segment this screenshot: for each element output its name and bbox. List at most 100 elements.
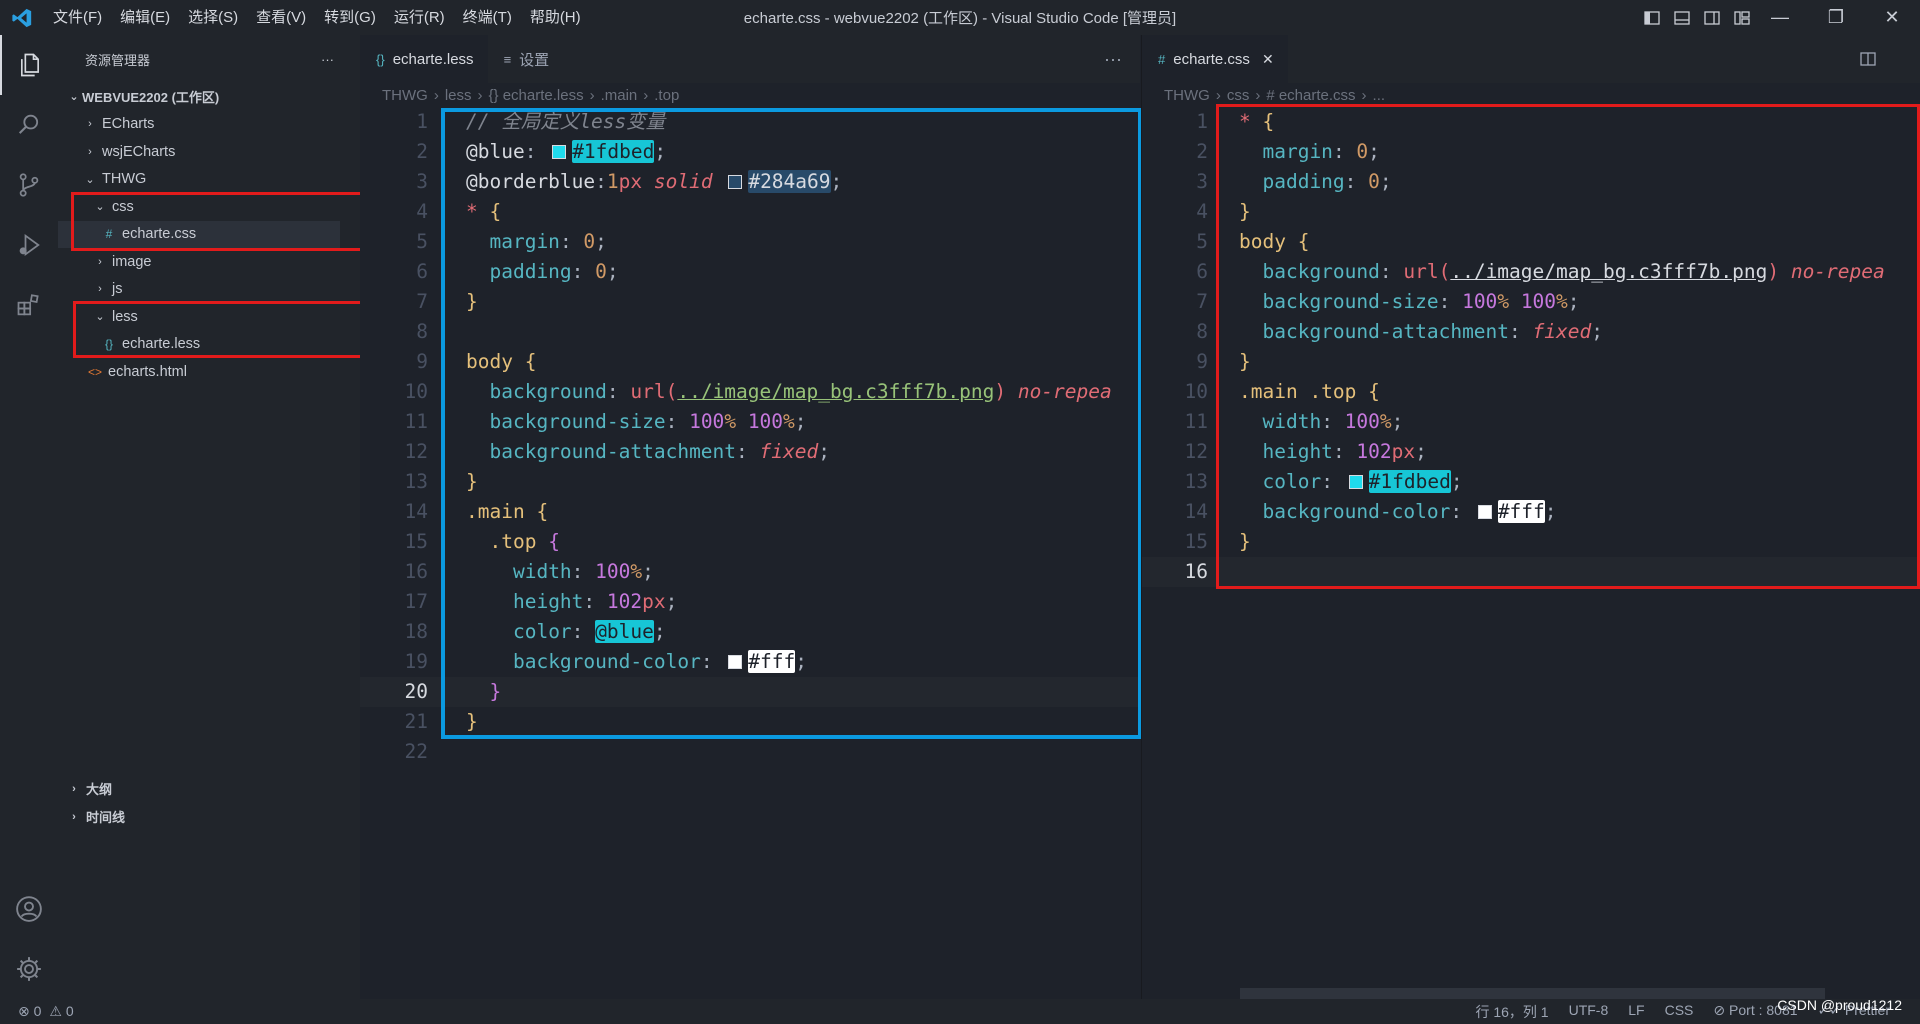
code-line[interactable]: 21}: [360, 707, 1140, 737]
menu-view[interactable]: 查看(V): [247, 0, 315, 35]
breadcrumb-item[interactable]: ...: [1373, 87, 1386, 104]
color-swatch[interactable]: [552, 145, 567, 159]
source-control-icon[interactable]: [0, 155, 58, 215]
tree-item-echarts-html[interactable]: <> echarts.html: [58, 358, 360, 386]
workspace-root[interactable]: ⌄ WEBVUE2202 (工作区): [58, 83, 360, 111]
menu-run[interactable]: 运行(R): [385, 0, 454, 35]
code-editor-less[interactable]: 1 // 全局定义less变量 2 @blue: #1fdbed; 3 @border…: [360, 107, 1140, 767]
outline-section[interactable]: › 大纲: [58, 775, 360, 803]
breadcrumb-item[interactable]: {} echarte.less: [489, 87, 584, 104]
color-swatch[interactable]: [1477, 505, 1492, 519]
tab-echarte-less[interactable]: {} echarte.less: [360, 35, 488, 83]
code-line[interactable]: 13 color: #1fdbed;: [1142, 467, 1920, 497]
code-line[interactable]: 1 * {: [1142, 107, 1920, 137]
code-line[interactable]: 19 background-color: #fff;: [360, 647, 1140, 677]
toggle-panel-icon[interactable]: [1674, 10, 1690, 26]
code-line[interactable]: 10 .main .top {: [1142, 377, 1920, 407]
editor-more-actions-button[interactable]: ···: [1104, 35, 1122, 83]
code-line[interactable]: 5 margin: 0;: [360, 227, 1140, 257]
code-line[interactable]: 5 body {: [1142, 227, 1920, 257]
extensions-icon[interactable]: [0, 275, 58, 335]
customize-layout-icon[interactable]: [1734, 10, 1750, 26]
color-swatch[interactable]: [728, 655, 743, 669]
restore-icon[interactable]: ❐: [1808, 0, 1864, 35]
code-line[interactable]: 14 background-color: #fff;: [1142, 497, 1920, 527]
code-line[interactable]: 16: [1142, 557, 1920, 587]
tree-item-less-folder[interactable]: ⌄ less: [58, 303, 360, 331]
minimize-icon[interactable]: —: [1752, 0, 1808, 35]
code-line[interactable]: 22: [360, 737, 1140, 767]
code-line[interactable]: 6 background: url(../image/map_bg.c3fff7…: [1142, 257, 1920, 287]
cursor-position[interactable]: 行 16，列 1: [1475, 1002, 1548, 1022]
code-line[interactable]: 12 height: 102px;: [1142, 437, 1920, 467]
code-line[interactable]: 3 padding: 0;: [1142, 167, 1920, 197]
code-line[interactable]: 20 }: [360, 677, 1140, 707]
language-mode[interactable]: CSS: [1665, 1002, 1694, 1022]
code-line[interactable]: 9 body {: [360, 347, 1140, 377]
close-window-icon[interactable]: ✕: [1864, 0, 1920, 35]
menu-selection[interactable]: 选择(S): [179, 0, 247, 35]
explorer-more-button[interactable]: ···: [321, 52, 334, 67]
breadcrumb-item[interactable]: css: [1227, 87, 1250, 104]
tree-item-wsjecharts[interactable]: › wsjECharts: [58, 138, 360, 166]
code-line[interactable]: 17 height: 102px;: [360, 587, 1140, 617]
code-line[interactable]: 8 background-attachment: fixed;: [1142, 317, 1920, 347]
code-line[interactable]: 9}: [1142, 347, 1920, 377]
code-line[interactable]: 1 // 全局定义less变量: [360, 107, 1140, 137]
timeline-section[interactable]: › 时间线: [58, 803, 360, 831]
code-editor-css[interactable]: 1 * { 2 margin: 0; 3 padding: 0; 4} 5 body…: [1142, 107, 1920, 587]
menu-go[interactable]: 转到(G): [315, 0, 385, 35]
tree-item-echarte-css[interactable]: # echarte.css: [58, 220, 340, 248]
code-line[interactable]: 15 .top {: [360, 527, 1140, 557]
settings-gear-icon[interactable]: [0, 939, 58, 999]
tree-item-thwg[interactable]: ⌄ THWG: [58, 166, 360, 194]
code-line[interactable]: 4}: [1142, 197, 1920, 227]
code-line[interactable]: 18 color: @blue;: [360, 617, 1140, 647]
tree-item-js-folder[interactable]: › js: [58, 276, 360, 304]
menu-terminal[interactable]: 终端(T): [454, 0, 521, 35]
toggle-sidebar-icon[interactable]: [1644, 10, 1660, 26]
errors-count[interactable]: ⊗ 0: [18, 1003, 41, 1020]
code-line[interactable]: 12 background-attachment: fixed;: [360, 437, 1140, 467]
code-line[interactable]: 11 background-size: 100% 100%;: [360, 407, 1140, 437]
close-tab-icon[interactable]: ✕: [1262, 51, 1274, 68]
run-debug-icon[interactable]: [0, 215, 58, 275]
code-line[interactable]: 10 background: url(../image/map_bg.c3fff…: [360, 377, 1140, 407]
breadcrumb-item[interactable]: THWG: [1164, 87, 1210, 104]
tree-item-image-folder[interactable]: › image: [58, 248, 360, 276]
code-line[interactable]: 7 background-size: 100% 100%;: [1142, 287, 1920, 317]
code-line[interactable]: 16 width: 100%;: [360, 557, 1140, 587]
color-swatch[interactable]: [728, 175, 743, 189]
toggle-secondary-sidebar-icon[interactable]: [1704, 10, 1720, 26]
breadcrumb-item[interactable]: .top: [654, 87, 679, 104]
end-of-line[interactable]: LF: [1628, 1002, 1644, 1022]
tree-item-echarts[interactable]: › ECharts: [58, 111, 360, 139]
split-editor-icon[interactable]: [1860, 35, 1876, 83]
breadcrumb-item[interactable]: # echarte.css: [1266, 87, 1355, 104]
breadcrumb-item[interactable]: .main: [601, 87, 638, 104]
menu-help[interactable]: 帮助(H): [521, 0, 590, 35]
breadcrumb-item[interactable]: THWG: [382, 87, 428, 104]
code-line[interactable]: 2 margin: 0;: [1142, 137, 1920, 167]
tab-echarte-css[interactable]: # echarte.css ✕: [1142, 35, 1288, 83]
account-icon[interactable]: [0, 879, 58, 939]
tree-item-css-folder[interactable]: ⌄ css: [58, 193, 360, 221]
code-line[interactable]: 13}: [360, 467, 1140, 497]
warnings-count[interactable]: ⚠ 0: [49, 1003, 73, 1020]
color-swatch[interactable]: [1348, 475, 1363, 489]
code-line[interactable]: 8: [360, 317, 1140, 347]
menu-edit[interactable]: 编辑(E): [111, 0, 179, 35]
tab-settings[interactable]: ≡ 设置: [488, 35, 564, 83]
menu-file[interactable]: 文件(F): [44, 0, 111, 35]
code-line[interactable]: 6 padding: 0;: [360, 257, 1140, 287]
code-line[interactable]: 14 .main {: [360, 497, 1140, 527]
breadcrumb-item[interactable]: less: [445, 87, 472, 104]
code-line[interactable]: 3 @borderblue:1px solid #284a69;: [360, 167, 1140, 197]
code-line[interactable]: 11 width: 100%;: [1142, 407, 1920, 437]
search-icon[interactable]: [0, 95, 58, 155]
explorer-icon[interactable]: [0, 35, 58, 95]
code-line[interactable]: 4 * {: [360, 197, 1140, 227]
tree-item-echarte-less[interactable]: {} echarte.less: [58, 331, 360, 359]
code-line[interactable]: 2 @blue: #1fdbed;: [360, 137, 1140, 167]
code-line[interactable]: 15}: [1142, 527, 1920, 557]
